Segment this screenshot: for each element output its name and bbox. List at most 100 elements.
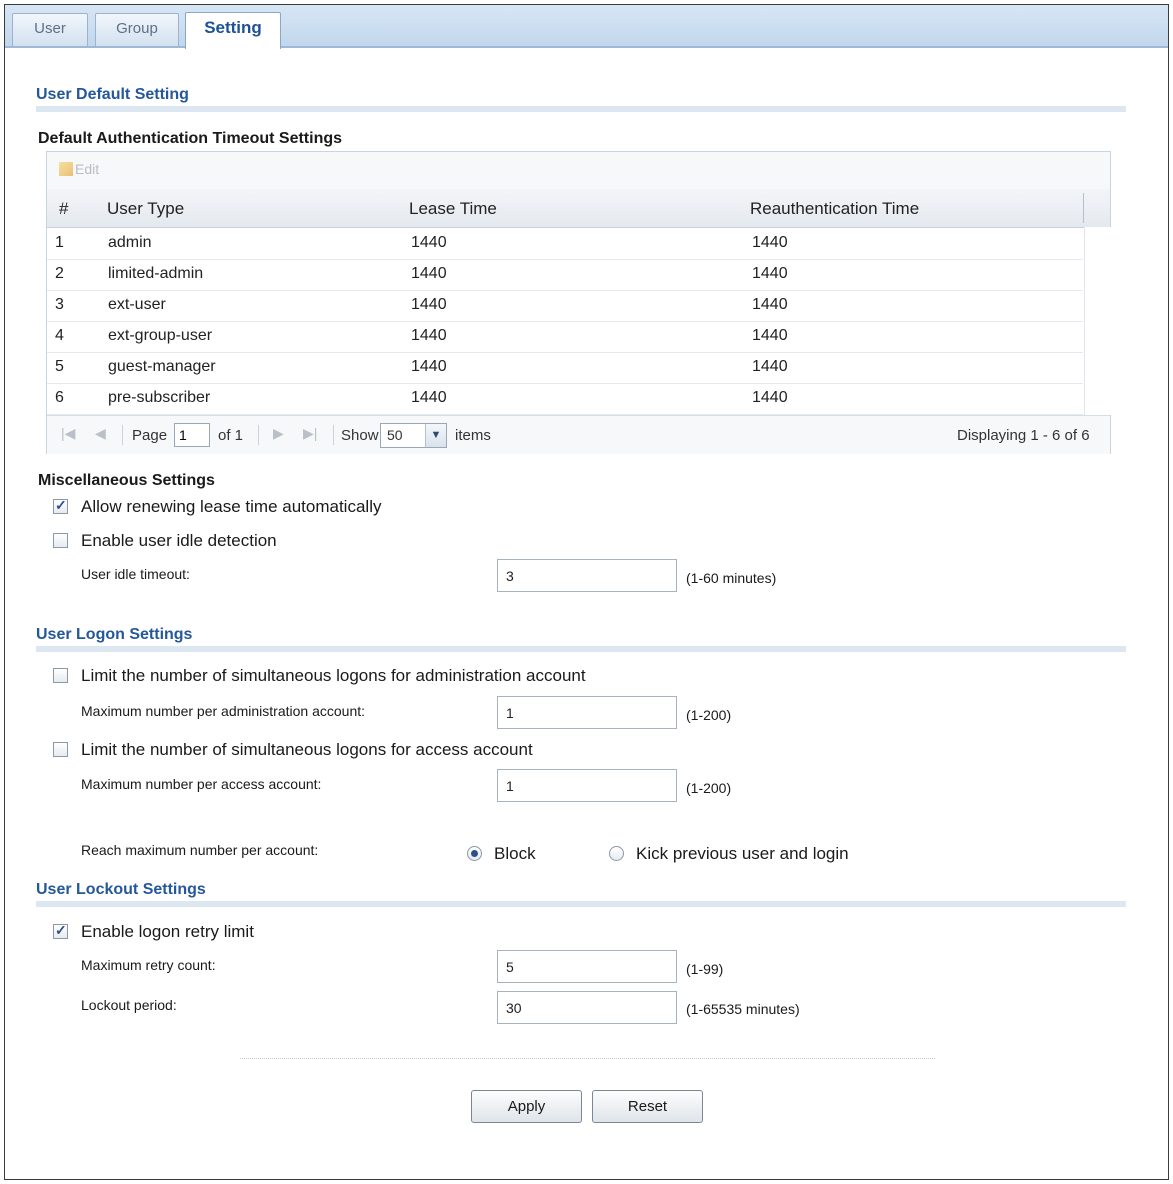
reach-max-label: Reach maximum number per account: xyxy=(81,842,319,858)
apply-button[interactable]: Apply xyxy=(471,1090,582,1123)
table-row[interactable]: 3 ext-user 1440 1440 xyxy=(47,290,1083,322)
row-reauth-time: 1440 xyxy=(752,389,788,406)
kick-previous-radio[interactable] xyxy=(609,846,624,861)
pager-separator xyxy=(122,425,123,445)
section-title-user-default: User Default Setting xyxy=(36,86,189,103)
retry-limit-checkbox[interactable] xyxy=(53,922,68,939)
admin-logon-limit-label: Limit the number of simultaneous logons … xyxy=(81,666,586,685)
lockout-period-label: Lockout period: xyxy=(81,997,177,1013)
table-row[interactable]: 6 pre-subscriber 1440 1440 xyxy=(47,383,1083,415)
edit-button[interactable]: Edit xyxy=(59,161,99,177)
pager-separator xyxy=(258,425,259,445)
row-lease-time: 1440 xyxy=(411,296,447,313)
table-row[interactable]: 2 limited-admin 1440 1440 xyxy=(47,259,1083,291)
misc-settings-title: Miscellaneous Settings xyxy=(38,472,215,489)
access-max-field[interactable] xyxy=(497,769,677,802)
column-header-lease-time[interactable]: Lease Time xyxy=(409,199,497,219)
access-max-label: Maximum number per access account: xyxy=(81,776,322,792)
column-header-number[interactable]: # xyxy=(59,199,68,219)
row-reauth-time: 1440 xyxy=(752,327,788,344)
idle-timeout-label: User idle timeout: xyxy=(81,566,190,582)
prev-page-icon[interactable]: ◀ xyxy=(95,425,106,442)
row-lease-time: 1440 xyxy=(411,234,447,251)
tab-group[interactable]: Group xyxy=(95,13,179,46)
show-label: Show xyxy=(341,427,379,444)
table-pager: |◀ ◀ Page of 1 ▶ ▶| Show 50 ▼ items Disp… xyxy=(47,415,1110,454)
max-retry-hint: (1-99) xyxy=(686,961,724,977)
idle-timeout-hint: (1-60 minutes) xyxy=(686,570,777,586)
displaying-count: Displaying 1 - 6 of 6 xyxy=(957,427,1090,444)
tab-setting[interactable]: Setting xyxy=(185,12,281,49)
block-label: Block xyxy=(494,844,536,863)
kick-previous-label: Kick previous user and login xyxy=(636,844,849,863)
row-lease-time: 1440 xyxy=(411,358,447,375)
row-number: 2 xyxy=(55,265,64,282)
row-lease-time: 1440 xyxy=(411,389,447,406)
tab-bar: User Group Setting xyxy=(5,5,1168,49)
access-logon-limit-label: Limit the number of simultaneous logons … xyxy=(81,740,533,759)
renew-lease-label: Allow renewing lease time automatically xyxy=(81,497,382,516)
edit-label: Edit xyxy=(75,161,100,177)
first-page-icon[interactable]: |◀ xyxy=(61,425,75,442)
table-row[interactable]: 5 guest-manager 1440 1440 xyxy=(47,352,1083,384)
footer-divider xyxy=(240,1058,935,1059)
page-label: Page xyxy=(132,427,168,444)
table-row[interactable]: 4 ext-group-user 1440 1440 xyxy=(47,321,1083,353)
page-size-value: 50 xyxy=(387,427,403,443)
admin-max-field[interactable] xyxy=(497,696,677,729)
access-max-hint: (1-200) xyxy=(686,780,732,796)
row-user-type: guest-manager xyxy=(108,358,216,375)
section-divider xyxy=(36,106,1126,112)
lockout-period-hint: (1-65535 minutes) xyxy=(686,1001,800,1017)
table-row[interactable]: 1 admin 1440 1440 xyxy=(47,228,1083,260)
row-reauth-time: 1440 xyxy=(752,234,788,251)
row-reauth-time: 1440 xyxy=(752,296,788,313)
table-scroll-area xyxy=(1084,227,1111,415)
row-number: 5 xyxy=(55,358,64,375)
column-divider xyxy=(1083,193,1084,223)
items-label: items xyxy=(455,427,491,444)
idle-detection-label: Enable user idle detection xyxy=(81,531,277,550)
block-radio[interactable] xyxy=(467,846,482,861)
row-lease-time: 1440 xyxy=(411,265,447,282)
table-toolbar: Edit xyxy=(47,152,1110,190)
section-title-lockout: User Lockout Settings xyxy=(36,881,206,898)
admin-logon-limit-checkbox[interactable] xyxy=(53,668,68,683)
admin-max-hint: (1-200) xyxy=(686,707,732,723)
next-page-icon[interactable]: ▶ xyxy=(273,425,284,442)
column-header-reauth-time[interactable]: Reauthentication Time xyxy=(750,199,919,219)
row-number: 6 xyxy=(55,389,64,406)
last-page-icon[interactable]: ▶| xyxy=(303,425,317,442)
access-logon-limit-checkbox[interactable] xyxy=(53,742,68,757)
timeout-table: Edit # User Type Lease Time Reauthentica… xyxy=(46,151,1111,454)
timeout-settings-title: Default Authentication Timeout Settings xyxy=(38,130,343,147)
lockout-period-field[interactable] xyxy=(497,991,677,1024)
row-number: 4 xyxy=(55,327,64,344)
reset-button[interactable]: Reset xyxy=(592,1090,703,1123)
table-header: # User Type Lease Time Reauthentication … xyxy=(47,189,1110,228)
row-reauth-time: 1440 xyxy=(752,358,788,375)
retry-limit-label: Enable logon retry limit xyxy=(81,922,254,941)
row-user-type: ext-user xyxy=(108,296,166,313)
row-number: 1 xyxy=(55,234,64,251)
section-title-logon: User Logon Settings xyxy=(36,626,193,643)
idle-timeout-field[interactable] xyxy=(497,559,677,592)
admin-max-label: Maximum number per administration accoun… xyxy=(81,703,366,719)
max-retry-field[interactable] xyxy=(497,950,677,983)
row-user-type: pre-subscriber xyxy=(108,389,211,406)
section-divider xyxy=(36,646,1126,652)
page-number-input[interactable] xyxy=(174,423,210,447)
column-header-user-type[interactable]: User Type xyxy=(107,199,184,219)
row-number: 3 xyxy=(55,296,64,313)
idle-detection-checkbox[interactable] xyxy=(53,533,68,548)
row-user-type: admin xyxy=(108,234,152,251)
pager-separator xyxy=(333,425,334,445)
renew-lease-checkbox[interactable] xyxy=(53,497,68,514)
row-lease-time: 1440 xyxy=(411,327,447,344)
section-divider xyxy=(36,901,1126,907)
page-size-select[interactable]: 50 ▼ xyxy=(380,423,447,448)
row-user-type: ext-group-user xyxy=(108,327,213,344)
tab-user[interactable]: User xyxy=(12,13,88,46)
max-retry-label: Maximum retry count: xyxy=(81,957,216,973)
chevron-down-icon[interactable]: ▼ xyxy=(425,424,446,447)
